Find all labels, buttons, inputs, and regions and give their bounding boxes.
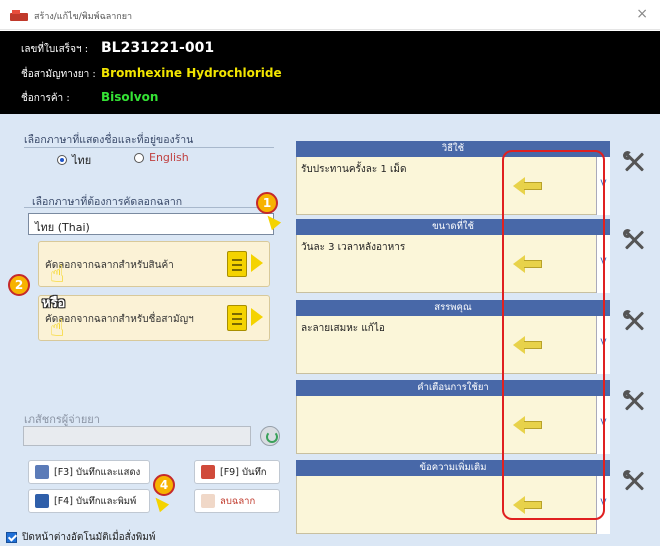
delete-label-button[interactable]: ลบฉลาก: [194, 489, 280, 513]
save-label: [F9] บันทึก: [220, 466, 267, 478]
arrow-right-icon: [251, 254, 263, 272]
store-language-title: เลือกภาษาที่แสดงชื่อและที่อยู่ของร้าน: [24, 134, 194, 146]
save-button[interactable]: [F9] บันทึก: [194, 460, 280, 484]
panel-text: วันละ 3 เวลาหลังอาหาร: [301, 242, 406, 253]
tools-icon[interactable]: [622, 389, 646, 413]
pharmacist-field[interactable]: [23, 426, 251, 446]
divider: [24, 147, 274, 148]
generic-name-value: Bromhexine Hydrochloride: [101, 66, 282, 80]
drug-info-header: เลขที่ใบเสร็จฯ : BL231221-001 ชื่อสามัญท…: [0, 31, 660, 114]
receipt-label: เลขที่ใบเสร็จฯ :: [21, 44, 89, 55]
delete-label-text: ลบฉลาก: [220, 495, 256, 507]
save-and-show-label: [F3] บันทึกและแสดง: [54, 466, 141, 478]
pointer-arrow-icon: [150, 493, 170, 513]
step-badge-1: 1: [256, 192, 278, 214]
checkbox-box[interactable]: [6, 532, 17, 543]
auto-close-label: ปิดหน้าต่างอัตโนมัติเมื่อสั่งพิมพ์: [22, 532, 156, 543]
or-label: หรือ: [42, 296, 66, 311]
save-and-show-button[interactable]: [F3] บันทึกและแสดง: [28, 460, 150, 484]
refresh-icon[interactable]: [260, 426, 280, 446]
eraser-icon: [201, 494, 215, 508]
floppy-disk-icon: [201, 465, 215, 479]
generic-name-row: ชื่อสามัญทางยา : Bromhexine Hydrochlorid…: [21, 66, 282, 82]
generic-name-label: ชื่อสามัญทางยา :: [21, 69, 96, 80]
document-icon: [227, 305, 247, 331]
document-icon: [227, 251, 247, 277]
radio-english-label: English: [149, 151, 189, 164]
copy-from-product-label-button[interactable]: คัดลอกจากฉลากสำหรับสินค้า: [38, 241, 270, 287]
main-area: เลือกภาษาที่แสดงชื่อและที่อยู่ของร้าน ไท…: [0, 114, 660, 546]
save-and-print-button[interactable]: [F4] บันทึกและพิมพ์: [28, 489, 150, 513]
app-drug-label-icon: [10, 10, 28, 21]
close-icon[interactable]: ×: [636, 6, 648, 22]
trade-name-row: ชื่อการค้า : Bisolvon: [21, 90, 158, 106]
copy-from-generic-label-button[interactable]: คัดลอกจากฉลากสำหรับชื่อสามัญฯ: [38, 295, 270, 341]
step-badge-2: 2: [8, 274, 30, 296]
panel-text: รับประทานครั้งละ 1 เม็ด: [301, 164, 407, 175]
radio-english-dot[interactable]: [134, 152, 144, 163]
title-bar: สร้าง/แก้ไข/พิมพ์ฉลากยา ×: [0, 0, 660, 30]
trade-name-value: Bisolvon: [101, 90, 159, 104]
tools-icon[interactable]: [622, 228, 646, 252]
copy-language-select[interactable]: ไทย (Thai): [28, 213, 274, 235]
tools-icon[interactable]: [622, 469, 646, 493]
radio-thai-dot[interactable]: [57, 155, 67, 165]
document-icon: [35, 465, 49, 479]
auto-close-checkbox[interactable]: ปิดหน้าต่างอัตโนมัติเมื่อสั่งพิมพ์: [6, 530, 155, 545]
radio-thai[interactable]: ไทย: [57, 151, 91, 169]
save-and-print-label: [F4] บันทึกและพิมพ์: [54, 495, 137, 507]
receipt-row: เลขที่ใบเสร็จฯ : BL231221-001: [21, 40, 214, 57]
step-badge-4: 4: [153, 474, 175, 496]
panel-text: ละลายเสมหะ แก้ไอ: [301, 323, 385, 334]
hand-pointer-icon: ☝: [50, 314, 65, 342]
hand-pointer-icon: ☝: [50, 260, 65, 288]
trade-name-label: ชื่อการค้า :: [21, 93, 70, 104]
arrow-right-icon: [251, 308, 263, 326]
printer-icon: [35, 494, 49, 508]
tools-icon[interactable]: [622, 150, 646, 174]
divider: [24, 207, 274, 208]
tools-icon[interactable]: [622, 309, 646, 333]
radio-thai-label: ไทย: [72, 154, 92, 167]
window-title: สร้าง/แก้ไข/พิมพ์ฉลากยา: [34, 12, 133, 22]
highlight-frame: [502, 150, 605, 520]
receipt-value: BL231221-001: [101, 40, 215, 56]
radio-english[interactable]: English: [134, 151, 189, 164]
copy-from-generic-label: คัดลอกจากฉลากสำหรับชื่อสามัญฯ: [45, 314, 194, 325]
